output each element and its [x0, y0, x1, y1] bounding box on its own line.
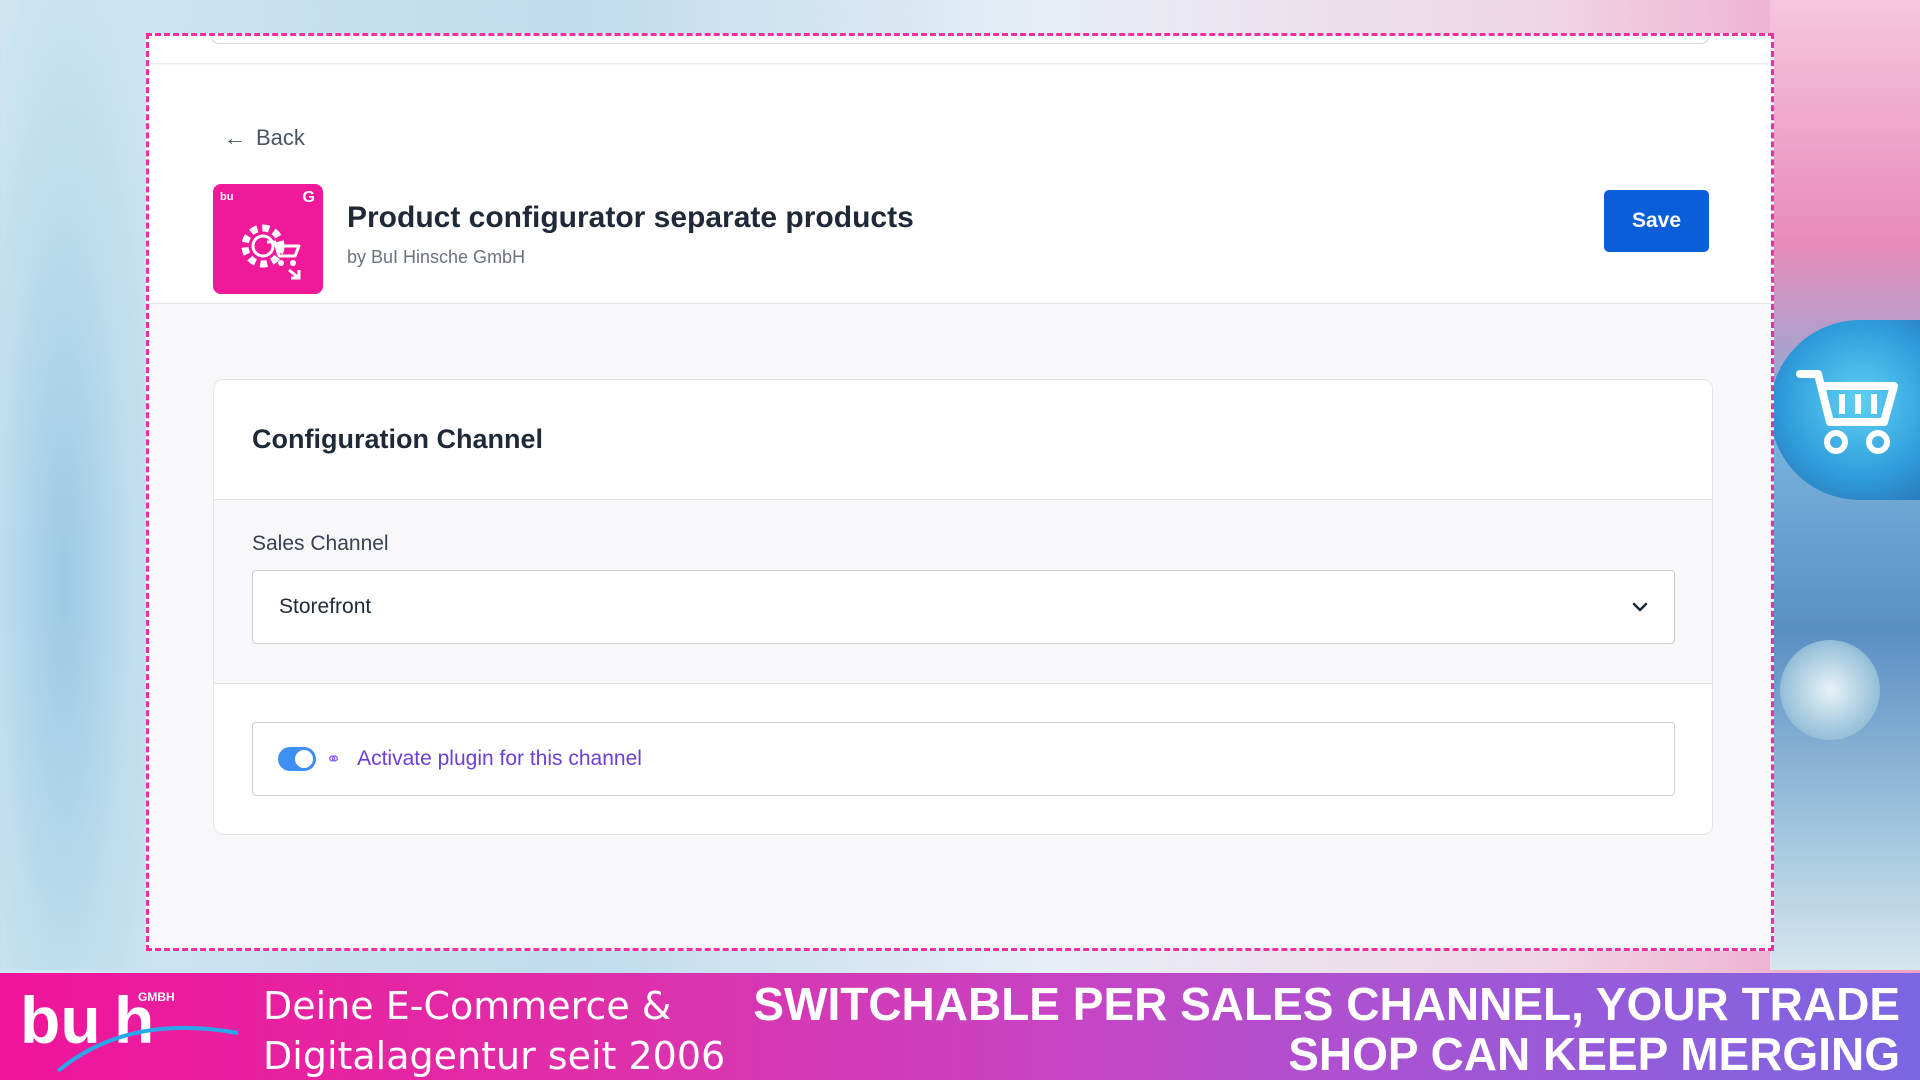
screenshot-frame: ← Back bu G Product configurator separat… [146, 33, 1774, 951]
activate-plugin-row: ⚭ Activate plugin for this channel [252, 722, 1675, 796]
shopping-cart-icon [1796, 370, 1898, 454]
gear-cart-icon [241, 224, 301, 280]
tagline-line-2: Digitalagentur seit 2006 [263, 1034, 726, 1078]
back-label: Back [256, 125, 305, 150]
save-button[interactable]: Save [1604, 190, 1709, 252]
sales-channel-value: Storefront [279, 595, 372, 618]
shopware-icon: G [302, 189, 315, 206]
headline-line-1: SWITCHABLE PER SALES CHANNEL, YOUR TRADE [753, 978, 1900, 1030]
top-strip-edge [211, 36, 1709, 44]
activate-plugin-switch[interactable] [278, 747, 316, 771]
background-left-decoration [0, 0, 160, 970]
plugin-logo-text: bu [220, 191, 234, 203]
company-logo: bu h GMBH [20, 983, 239, 1073]
back-link[interactable]: ← Back [224, 125, 305, 151]
company-tagline: Deine E-Commerce & Digitalagentur seit 2… [263, 981, 725, 1080]
decorative-coin [1780, 640, 1880, 740]
sales-channel-select[interactable]: Storefront [252, 570, 1675, 644]
activation-section: ⚭ Activate plugin for this channel [214, 684, 1712, 796]
company-logo-text: bu [20, 983, 101, 1057]
sales-channel-section: Sales Channel Storefront [214, 500, 1712, 684]
link-icon: ⚭ [326, 748, 342, 769]
activate-plugin-label: Activate plugin for this channel [357, 747, 642, 770]
top-strip [149, 36, 1771, 64]
card-title: Configuration Channel [214, 380, 1712, 500]
sales-channel-label: Sales Channel [252, 532, 389, 555]
plugin-title: Product configurator separate products [347, 201, 914, 234]
company-logo-suffix: GMBH [138, 990, 175, 1004]
headline-line-2: SHOP CAN KEEP MERGING [1288, 1028, 1900, 1080]
plugin-vendor: by BuI Hinsche GmbH [347, 247, 526, 267]
arrow-left-icon: ← [224, 125, 246, 150]
branding-banner: bu h GMBH Deine E-Commerce & Digitalagen… [0, 973, 1920, 1080]
feature-headline: SWITCHABLE PER SALES CHANNEL, YOUR TRADE… [753, 979, 1900, 1079]
plugin-header: ← Back bu G Product configurator separat… [149, 65, 1771, 304]
configuration-card: Configuration Channel Sales Channel Stor… [213, 379, 1713, 835]
chevron-down-icon [1632, 602, 1648, 612]
tagline-line-1: Deine E-Commerce & [263, 984, 672, 1028]
plugin-logo: bu G [213, 184, 323, 294]
